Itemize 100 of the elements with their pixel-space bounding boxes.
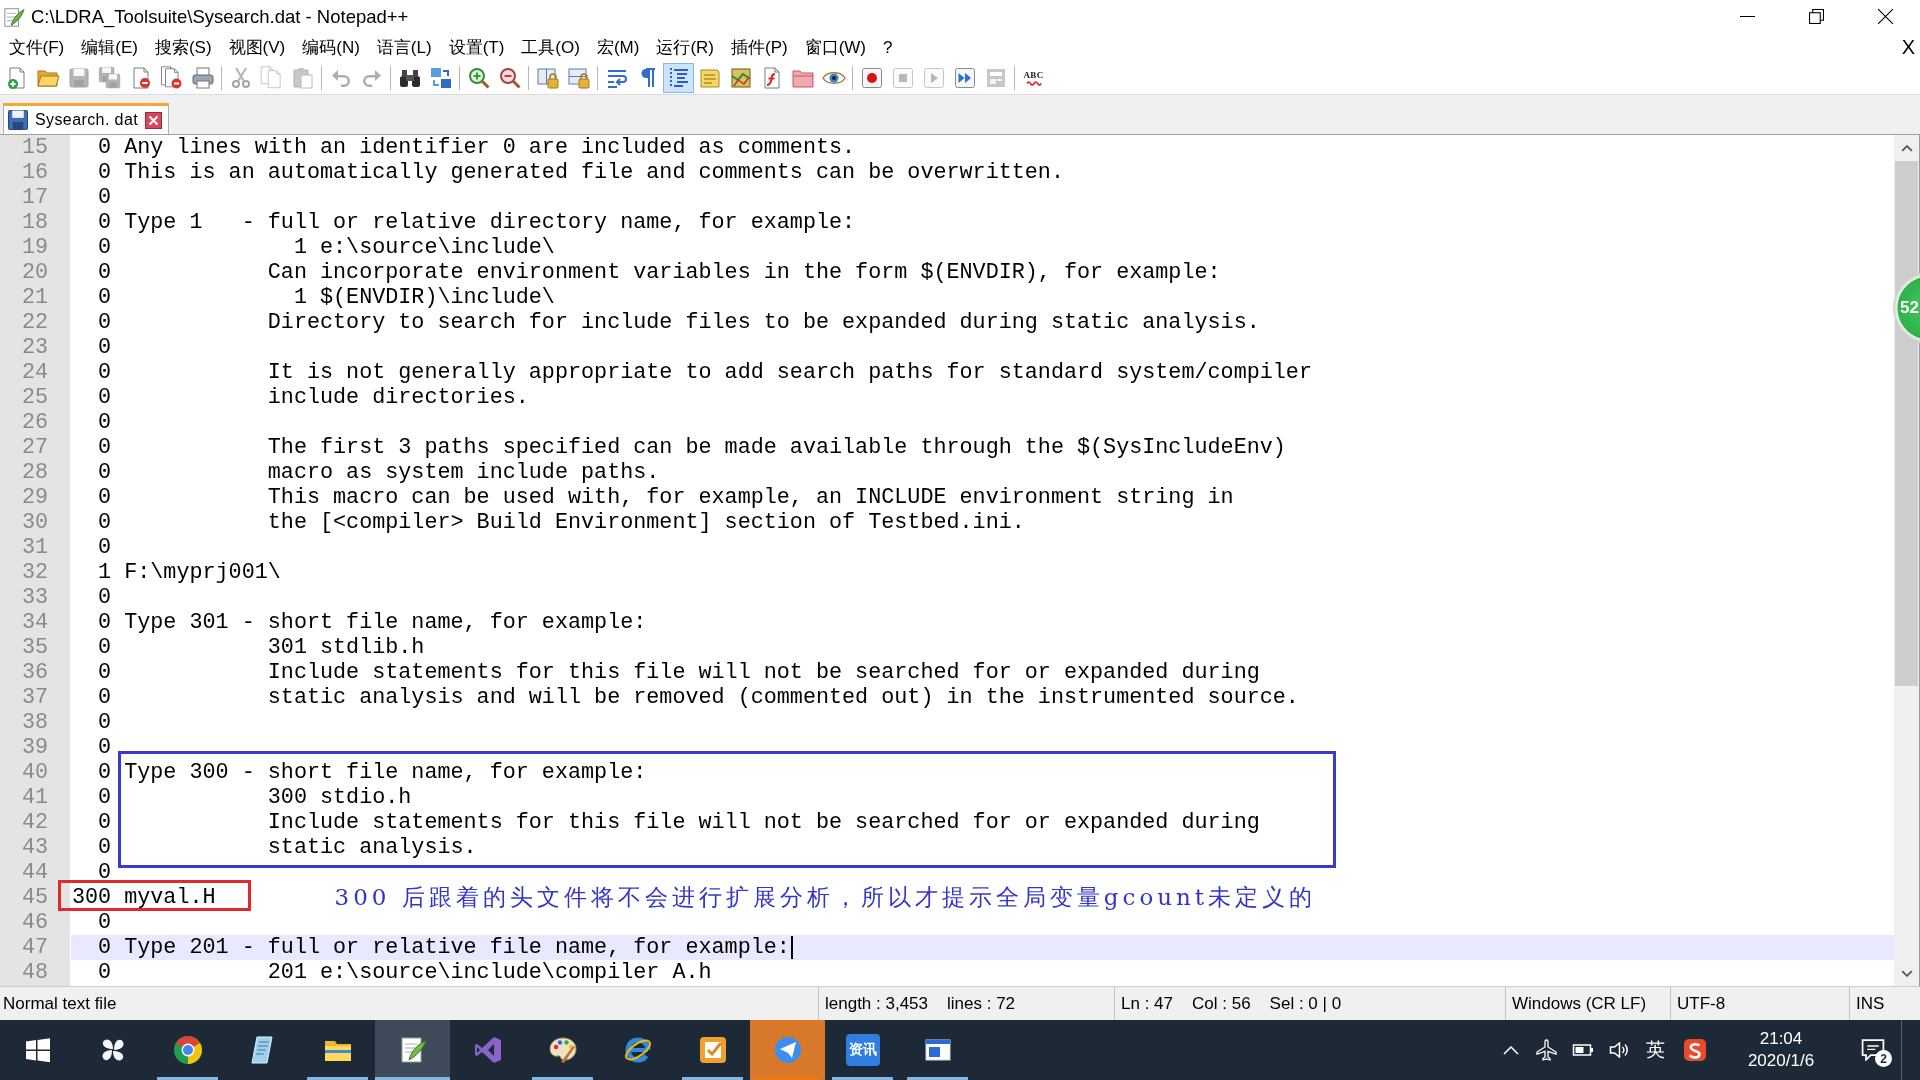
speaker-icon[interactable] — [1609, 1042, 1629, 1058]
taskbar-button[interactable] — [375, 1020, 450, 1080]
line-identifier: 0 — [98, 260, 112, 285]
menu-item[interactable]: 语言(L) — [368, 34, 441, 61]
menu-item[interactable]: 编辑(E) — [72, 34, 147, 61]
line-number: 19 — [20, 235, 48, 260]
line-number: 39 — [20, 735, 48, 760]
code-text: Type 300 - short file name, for example: — [124, 760, 647, 785]
line-identifier: 0 — [98, 510, 112, 535]
line-number: 41 — [20, 785, 48, 810]
menu-item[interactable]: 编码(N) — [293, 34, 369, 61]
menu-item[interactable]: 设置(T) — [440, 34, 513, 61]
line-number: 35 — [20, 635, 48, 660]
browser-icon — [171, 1034, 204, 1066]
status-text: Col : 56 — [1192, 993, 1251, 1014]
scrollbar-thumb[interactable] — [1895, 161, 1918, 686]
line-identifier: 0 — [98, 460, 112, 485]
code-text: Can incorporate environment variables in the form $(ENVDIR), for example: — [266, 260, 1221, 285]
menu-item[interactable]: 搜索(S) — [146, 34, 221, 61]
line-number: 22 — [20, 310, 48, 335]
taskbar-button[interactable]: 资讯 — [825, 1020, 900, 1080]
record-icon — [859, 66, 884, 90]
copy-icon — [259, 66, 284, 90]
code-text: Include statements for this file will not be searched for or expanded during — [266, 660, 1260, 685]
code-text: F:\myprj001\ — [124, 560, 281, 585]
menu-item[interactable]: 运行(R) — [647, 34, 723, 61]
line-number: 43 — [20, 835, 48, 860]
close-document-button[interactable]: X — [1896, 34, 1920, 61]
line-number: 46 — [20, 910, 48, 935]
code-text: Directory to search for include files to be expanded during static analysis. — [266, 310, 1260, 335]
palette-icon — [546, 1034, 579, 1066]
line-number: 15 — [20, 135, 48, 160]
line-number: 30 — [20, 510, 48, 535]
tab-close-icon[interactable] — [145, 111, 163, 129]
clock-date: 2020/1/6 — [1747, 1051, 1815, 1071]
line-identifier: 0 — [98, 810, 112, 835]
status-text: INS — [1856, 993, 1885, 1014]
line-number: 24 — [20, 360, 48, 385]
menu-item[interactable]: 窗口(W) — [796, 34, 875, 61]
code-text: It is not generally appropriate to add search paths for standard system/compiler — [266, 360, 1312, 385]
line-number: 44 — [20, 860, 48, 885]
menu-item[interactable]: 插件(P) — [722, 34, 797, 61]
chevron-up-icon[interactable] — [1503, 1045, 1519, 1055]
line-number: 21 — [20, 285, 48, 310]
line-identifier: 0 — [98, 335, 112, 360]
line-identifier: 0 — [98, 910, 112, 935]
code-text: Type 301 - short file name, for example: — [124, 610, 647, 635]
swirl-logo-icon[interactable] — [1683, 1038, 1707, 1062]
status-text: Normal text file — [3, 993, 117, 1014]
line-identifier: 0 — [98, 285, 112, 310]
line-number: 33 — [20, 585, 48, 610]
scroll-up-icon[interactable] — [1900, 144, 1913, 152]
line-identifier: 1 — [98, 560, 112, 585]
menu-item[interactable]: 文件(F) — [0, 34, 73, 61]
menu-item[interactable]: 宏(M) — [588, 34, 648, 61]
map-icon — [728, 66, 753, 90]
code-text: static analysis and will be removed (commented out) in the instrumented source. — [266, 685, 1299, 710]
status-text: length : 3,453 — [825, 993, 929, 1014]
line-identifier: 0 — [98, 135, 112, 160]
line-identifier: 0 — [98, 185, 112, 210]
line-identifier: 0 — [98, 635, 112, 660]
window-title: C:\LDRA_Toolsuite\Sysearch.dat - Notepad++ — [31, 5, 410, 28]
line-number: 25 — [20, 385, 48, 410]
code-text: 300 stdio.h — [266, 785, 412, 810]
input-language-indicator[interactable]: 英 — [1645, 1037, 1665, 1063]
line-identifier: 0 — [98, 835, 112, 860]
line-identifier: 0 — [98, 235, 112, 260]
line-number: 45 — [20, 885, 48, 910]
airplane-icon[interactable] — [1536, 1039, 1558, 1061]
code-text: 301 stdlib.h — [266, 635, 425, 660]
menu-item[interactable]: 视图(V) — [220, 34, 294, 61]
line-identifier: 0 — [98, 735, 112, 760]
scroll-down-icon[interactable] — [1900, 969, 1913, 977]
line-number: 29 — [20, 485, 48, 510]
annotation-note: 300 后跟着的头文件将不会进行扩展分析，所以才提示全局变量gcount未定义的 — [334, 885, 1317, 910]
menu-item[interactable]: ? — [874, 34, 901, 61]
replace-icon — [428, 66, 453, 90]
battery-icon[interactable] — [1572, 1044, 1594, 1056]
restore-icon — [1809, 9, 1824, 24]
zoom-in-icon — [466, 66, 491, 90]
spell-check-button[interactable]: ABC — [1018, 63, 1049, 93]
menu-item[interactable]: 工具(O) — [512, 34, 589, 61]
printer-icon — [190, 66, 215, 90]
minimize-icon — [1740, 16, 1755, 17]
clipboard-icon — [290, 66, 315, 90]
app-icon — [3, 5, 25, 28]
floppy-disks-icon — [97, 66, 122, 90]
line-number: 47 — [20, 935, 48, 960]
code-text: static analysis. — [266, 835, 477, 860]
code-text: myval.H — [124, 885, 216, 910]
action-center-button[interactable]: 2 — [1845, 1020, 1901, 1080]
line-number: 28 — [20, 460, 48, 485]
status-text: UTF-8 — [1677, 993, 1726, 1014]
line-number: 34 — [20, 610, 48, 635]
line-number: 17 — [20, 185, 48, 210]
line-identifier: 0 — [98, 685, 112, 710]
file-tab[interactable]: Sysearch. dat — [3, 103, 170, 134]
line-identifier: 0 — [98, 710, 112, 735]
zoom-out-icon — [497, 66, 522, 90]
line-number: 26 — [20, 410, 48, 435]
